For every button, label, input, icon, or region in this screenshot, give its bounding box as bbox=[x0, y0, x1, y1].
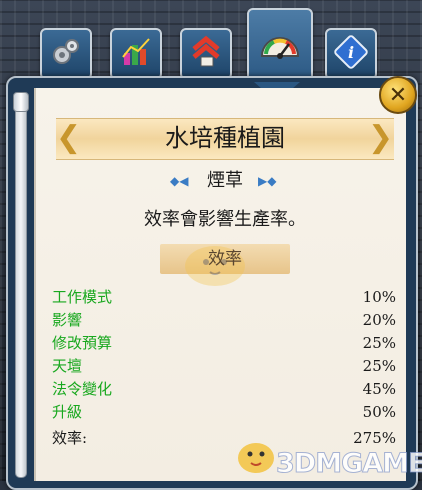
total-label: 效率: bbox=[52, 429, 88, 447]
modifier-row: 影響 20% bbox=[52, 309, 396, 331]
modifier-value: 10% bbox=[362, 288, 396, 306]
modifier-row: 天壇 25% bbox=[52, 355, 396, 377]
modifier-label: 修改預算 bbox=[52, 334, 113, 352]
close-icon: ✕ bbox=[388, 82, 408, 108]
close-button[interactable]: ✕ bbox=[379, 76, 417, 114]
modifier-row: 工作模式 10% bbox=[52, 286, 396, 308]
bar-chart-icon bbox=[119, 35, 153, 73]
scrollbar-track[interactable] bbox=[15, 96, 27, 478]
tab-efficiency[interactable] bbox=[247, 8, 313, 86]
modifier-value: 25% bbox=[362, 334, 396, 352]
tab-info[interactable]: i bbox=[325, 28, 377, 80]
upgrade-arrows-icon bbox=[189, 35, 223, 73]
modifier-row: 升級 50% bbox=[52, 401, 396, 423]
tab-statistics[interactable] bbox=[110, 28, 162, 80]
modifier-value: 45% bbox=[362, 380, 396, 398]
modifier-label: 法令變化 bbox=[52, 380, 113, 398]
modifier-row: 修改預算 25% bbox=[52, 332, 396, 354]
modifier-label: 升級 bbox=[52, 403, 83, 421]
watermark-text: 3DMGAME bbox=[275, 448, 422, 480]
info-icon: i bbox=[334, 35, 368, 73]
modifier-value: 25% bbox=[362, 357, 396, 375]
modifier-label: 天壇 bbox=[52, 357, 83, 375]
modifier-value: 20% bbox=[362, 311, 396, 329]
crop-name: 煙草 bbox=[207, 170, 243, 191]
modifier-row: 法令變化 45% bbox=[52, 378, 396, 400]
tab-settings[interactable] bbox=[40, 28, 92, 80]
svg-text:i: i bbox=[348, 43, 354, 62]
section-title: 效率 bbox=[208, 249, 242, 269]
modifier-label: 工作模式 bbox=[52, 288, 113, 306]
efficiency-description: 效率會影響生產率。 bbox=[144, 209, 306, 230]
building-title: 水培種植園 bbox=[165, 124, 285, 152]
gears-icon bbox=[49, 35, 83, 73]
tab-upgrades[interactable] bbox=[180, 28, 232, 80]
gauge-icon bbox=[258, 28, 302, 66]
modifier-label: 影響 bbox=[52, 311, 83, 329]
modifier-value: 50% bbox=[362, 403, 396, 421]
scrollbar-thumb[interactable] bbox=[13, 92, 29, 112]
